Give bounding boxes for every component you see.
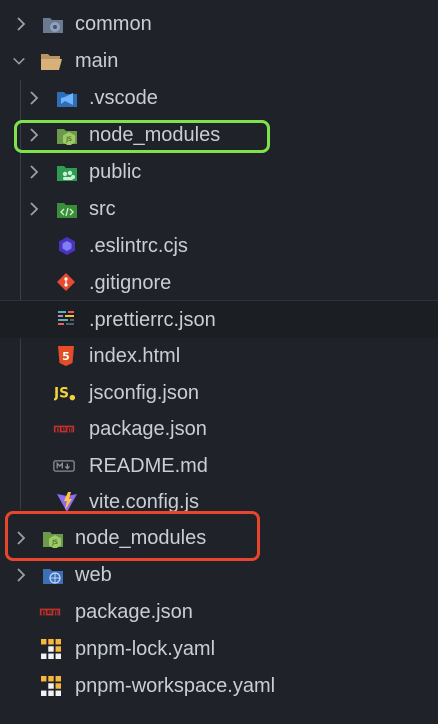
file-explorer-tree: common main .vscode JS node_modules publ…: [0, 0, 438, 724]
tree-item-label: public: [89, 161, 142, 183]
tree-item-src[interactable]: src: [0, 191, 438, 228]
git-icon: [57, 273, 75, 291]
svg-text:JS: JS: [54, 386, 69, 402]
prettier-icon: [58, 311, 74, 325]
tree-item-main[interactable]: main: [0, 43, 438, 80]
tree-item-label: .prettierrc.json: [89, 309, 216, 331]
tree-item-label: .eslintrc.cjs: [89, 235, 188, 257]
tree-item-jsconfig[interactable]: JS jsconfig.json: [0, 375, 438, 412]
tree-item-package-json-root[interactable]: package.json: [0, 594, 438, 631]
tree-item-label: package.json: [89, 418, 207, 440]
tree-item-label: README.md: [89, 455, 208, 477]
tree-item-vscode[interactable]: .vscode: [0, 80, 438, 117]
pnpm-icon: [41, 676, 61, 696]
tree-item-index-html[interactable]: 5 index.html: [0, 338, 438, 375]
chevron-right-icon: [30, 91, 39, 105]
src-folder-icon: [57, 203, 77, 218]
tree-item-label: jsconfig.json: [89, 382, 200, 404]
tree-item-label: src: [89, 198, 116, 220]
folder-gear-icon: [43, 18, 63, 33]
js-icon: JS: [54, 386, 76, 402]
tree-item-label: index.html: [89, 345, 181, 367]
markdown-icon: [53, 460, 75, 472]
tree-item-readme[interactable]: README.md: [0, 448, 438, 485]
public-folder-icon: [57, 166, 77, 181]
chevron-right-icon: [17, 17, 26, 31]
highlight-box-green: [14, 120, 270, 153]
folder-open-icon: [41, 54, 62, 70]
tree-item-label: pnpm-lock.yaml: [75, 638, 216, 660]
pnpm-icon: [41, 639, 61, 659]
npm-icon: [53, 425, 75, 433]
eslint-icon: [59, 237, 75, 255]
svg-text:5: 5: [62, 350, 70, 363]
tree-item-label: .vscode: [89, 87, 158, 109]
tree-item-label: pnpm-workspace.yaml: [75, 675, 276, 697]
tree-item-package-json[interactable]: package.json: [0, 411, 438, 448]
tree-item-label: .gitignore: [89, 272, 172, 294]
tree-item-gitignore[interactable]: .gitignore: [0, 265, 438, 302]
chevron-down-icon: [13, 57, 25, 65]
tree-item-eslintrc[interactable]: .eslintrc.cjs: [0, 228, 438, 265]
folder-web-icon: [43, 569, 63, 584]
vite-icon: [57, 492, 77, 512]
chevron-right-icon: [30, 165, 39, 179]
tree-item-label: common: [75, 13, 152, 35]
tree-item-web[interactable]: web: [0, 557, 438, 594]
vscode-folder-icon: [57, 92, 77, 107]
tree-item-label: vite.config.js: [89, 491, 200, 513]
tree-item-label: web: [75, 564, 112, 586]
tree-item-prettierrc[interactable]: .prettierrc.json: [0, 300, 438, 338]
chevron-right-icon: [17, 568, 26, 582]
tree-item-pnpm-workspace[interactable]: pnpm-workspace.yaml: [0, 668, 438, 705]
tree-item-label: main: [75, 50, 119, 72]
npm-icon: [39, 608, 61, 616]
tree-item-label: package.json: [75, 601, 193, 623]
highlight-box-red: [5, 511, 260, 561]
tree-item-pnpm-lock[interactable]: pnpm-lock.yaml: [0, 631, 438, 668]
chevron-right-icon: [30, 202, 39, 216]
tree-item-common[interactable]: common: [0, 6, 438, 43]
html5-icon: 5: [58, 346, 74, 366]
tree-item-public[interactable]: public: [0, 154, 438, 191]
